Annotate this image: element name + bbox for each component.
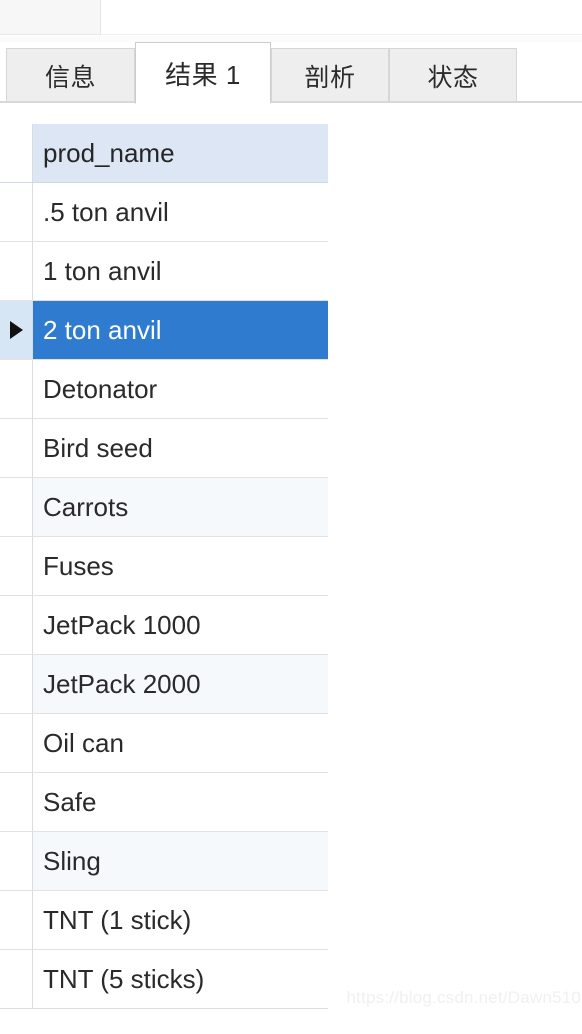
row-gutter[interactable] xyxy=(0,832,33,890)
table-row[interactable]: 1 ton anvil xyxy=(0,242,328,301)
tab-label: 结果 1 xyxy=(165,59,241,90)
table-row[interactable]: Sling xyxy=(0,832,328,891)
result-grid: prod_name .5 ton anvil 1 ton anvil 2 ton an… xyxy=(0,124,328,1009)
table-row[interactable]: TNT (1 stick) xyxy=(0,891,328,950)
row-gutter[interactable] xyxy=(0,242,33,300)
grid-cell-prod_name[interactable]: Bird seed xyxy=(33,419,328,477)
grid-cell-prod_name[interactable]: 2 ton anvil xyxy=(33,301,328,359)
grid-cell-prod_name[interactable]: Detonator xyxy=(33,360,328,418)
table-row[interactable]: .5 ton anvil xyxy=(0,183,328,242)
tab-1[interactable]: 结果 1 xyxy=(135,42,271,104)
grid-cell-prod_name[interactable]: JetPack 2000 xyxy=(33,655,328,713)
top-strip-panel-fragment xyxy=(0,0,101,35)
table-row[interactable]: JetPack 1000 xyxy=(0,596,328,655)
result-tabbar: 信息 结果 1 剖析 状态 xyxy=(0,42,582,104)
row-gutter[interactable] xyxy=(0,950,33,1008)
row-gutter[interactable] xyxy=(0,655,33,713)
row-gutter[interactable] xyxy=(0,891,33,949)
grid-header-row: prod_name xyxy=(0,124,328,183)
grid-cell-prod_name[interactable]: Oil can xyxy=(33,714,328,772)
grid-cell-prod_name[interactable]: 1 ton anvil xyxy=(33,242,328,300)
grid-cell-prod_name[interactable]: TNT (1 stick) xyxy=(33,891,328,949)
table-row[interactable]: Oil can xyxy=(0,714,328,773)
top-strip-background xyxy=(101,0,582,35)
tabbar-underline-right xyxy=(517,101,582,103)
table-row[interactable]: Safe xyxy=(0,773,328,832)
tabbar-underline xyxy=(0,101,582,103)
row-gutter[interactable] xyxy=(0,537,33,595)
tab-0[interactable]: 信息 xyxy=(6,48,135,102)
grid-cell-prod_name[interactable]: Fuses xyxy=(33,537,328,595)
grid-cell-prod_name[interactable]: .5 ton anvil xyxy=(33,183,328,241)
grid-cell-prod_name[interactable]: Carrots xyxy=(33,478,328,536)
table-row[interactable]: JetPack 2000 xyxy=(0,655,328,714)
watermark: https://blog.csdn.net/Dawn510 xyxy=(346,988,581,1007)
grid-header-gutter xyxy=(0,124,33,182)
table-row[interactable]: Carrots xyxy=(0,478,328,537)
table-row[interactable]: 2 ton anvil xyxy=(0,301,328,360)
tab-label: 信息 xyxy=(44,63,96,92)
table-row[interactable]: Bird seed xyxy=(0,419,328,478)
row-gutter[interactable] xyxy=(0,714,33,772)
column-header[interactable]: prod_name xyxy=(33,124,328,182)
grid-cell-prod_name[interactable]: Sling xyxy=(33,832,328,890)
top-strip xyxy=(0,0,582,36)
table-row[interactable]: Fuses xyxy=(0,537,328,596)
grid-cell-prod_name[interactable]: Safe xyxy=(33,773,328,831)
grid-cell-prod_name[interactable]: TNT (5 sticks) xyxy=(33,950,328,1008)
row-gutter[interactable] xyxy=(0,360,33,418)
row-gutter[interactable] xyxy=(0,478,33,536)
table-row[interactable]: Detonator xyxy=(0,360,328,419)
row-gutter[interactable] xyxy=(0,183,33,241)
grid-cell-prod_name[interactable]: JetPack 1000 xyxy=(33,596,328,654)
row-gutter[interactable] xyxy=(0,596,33,654)
table-row[interactable]: TNT (5 sticks) xyxy=(0,950,328,1009)
current-row-marker-icon xyxy=(10,321,23,339)
tab-2[interactable]: 剖析 xyxy=(271,48,389,102)
tab-3[interactable]: 状态 xyxy=(389,48,517,102)
tab-label: 状态 xyxy=(427,63,479,92)
row-gutter[interactable] xyxy=(0,301,33,359)
row-gutter[interactable] xyxy=(0,419,33,477)
tab-label: 剖析 xyxy=(304,63,356,92)
row-gutter[interactable] xyxy=(0,773,33,831)
